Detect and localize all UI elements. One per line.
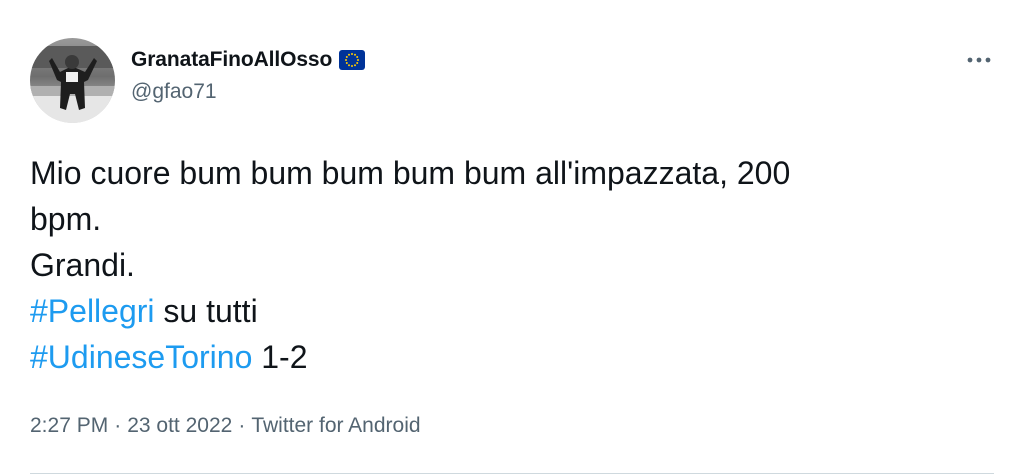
- avatar[interactable]: [30, 38, 115, 123]
- hashtag-link[interactable]: #Pellegri: [30, 293, 155, 329]
- eu-flag-icon: [339, 50, 366, 70]
- tweet-line: #UdineseTorino 1-2: [30, 334, 990, 380]
- tweet-text: Mio cuore bum bum bum bum bum all'impazz…: [30, 150, 990, 380]
- name-row: GranataFinoAllOsso: [131, 46, 366, 74]
- tweet-meta: 2:27 PM · 23 ott 2022 · Twitter for Andr…: [30, 414, 421, 438]
- tweet-text-segment: su tutti: [154, 293, 258, 329]
- divider: [30, 473, 994, 474]
- tweet-date[interactable]: 23 ott 2022: [127, 414, 232, 438]
- display-name[interactable]: GranataFinoAllOsso: [131, 48, 332, 72]
- meta-separator: ·: [114, 414, 122, 437]
- tweet-line: bpm.: [30, 201, 102, 237]
- more-dots-icon: [967, 57, 991, 63]
- hashtag-link[interactable]: #UdineseTorino: [30, 339, 252, 375]
- tweet-line: Grandi.: [30, 247, 135, 283]
- more-options-button[interactable]: [964, 48, 994, 72]
- tweet-time[interactable]: 2:27 PM: [30, 414, 108, 438]
- tweet-text-segment: 1-2: [252, 339, 308, 375]
- tweet-line: Mio cuore bum bum bum bum bum all'impazz…: [30, 155, 791, 191]
- avatar-photo: [30, 38, 115, 123]
- user-handle[interactable]: @gfao71: [131, 80, 217, 104]
- tweet-line: #Pellegri su tutti: [30, 288, 990, 334]
- tweet-source[interactable]: Twitter for Android: [251, 414, 420, 438]
- meta-separator: ·: [238, 414, 246, 437]
- tweet-card: GranataFinoAllOsso @gfao71 Mio cuore bum…: [0, 0, 1024, 475]
